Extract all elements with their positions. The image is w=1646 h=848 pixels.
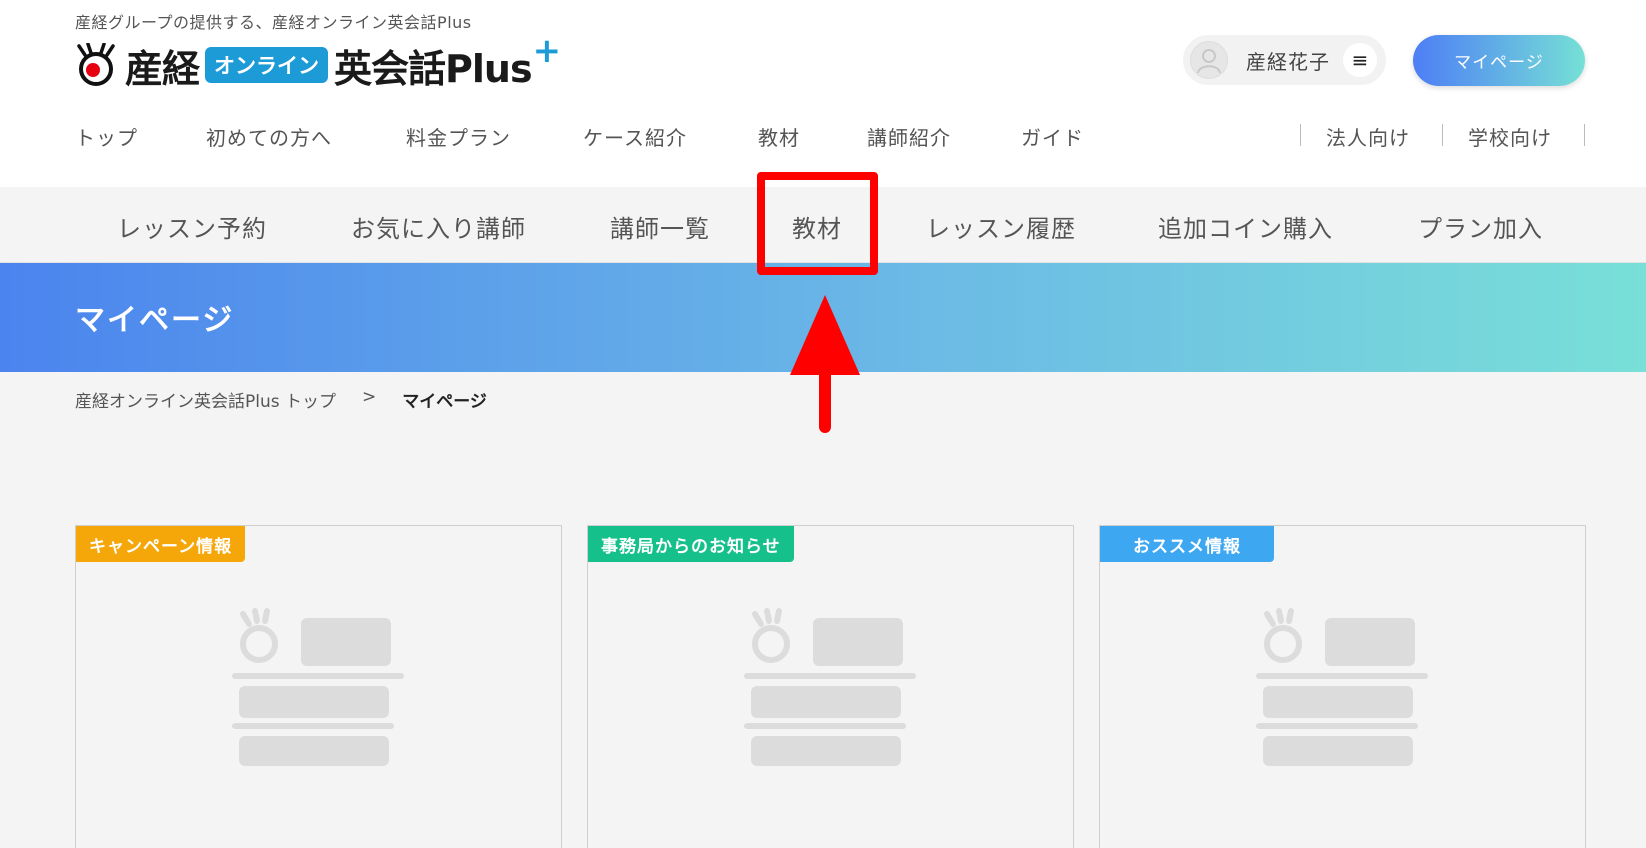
- notice-badge: 事務局からのお知らせ: [588, 526, 794, 562]
- nav-teachers[interactable]: 講師紹介: [867, 122, 951, 151]
- user-name: 産経花子: [1246, 49, 1330, 74]
- nav-divider: [1442, 124, 1443, 146]
- sankei-mascot-icon: [75, 42, 117, 87]
- subnav-join-plan[interactable]: プラン加入: [1418, 209, 1543, 244]
- notice-card[interactable]: 事務局からのお知らせ: [587, 525, 1074, 848]
- placeholder-logo-icon: [744, 608, 916, 766]
- nav-materials[interactable]: 教材: [758, 122, 800, 151]
- campaign-badge: キャンペーン情報: [76, 526, 246, 562]
- annotation-arrow-up-icon: [790, 295, 860, 433]
- logo-eikaiwa-text: 英会話Plus: [334, 46, 533, 91]
- recommend-card[interactable]: おススメ情報: [1099, 525, 1586, 848]
- nav-top[interactable]: トップ: [75, 122, 138, 151]
- breadcrumb-home[interactable]: 産経オンライン英会話Plus トップ: [75, 387, 336, 412]
- subnav-favorite-teachers[interactable]: お気に入り講師: [351, 209, 526, 244]
- nav-schools[interactable]: 学校向け: [1468, 122, 1552, 151]
- breadcrumb-current: マイページ: [402, 392, 487, 412]
- logo-online-text: オンライン: [205, 47, 329, 83]
- logo-sankei-text: 産経: [125, 46, 200, 91]
- page-title: マイページ: [75, 303, 235, 338]
- nav-divider: [1584, 124, 1585, 146]
- user-menu[interactable]: 産経花子 ≡: [1183, 35, 1386, 85]
- subnav-lesson-history[interactable]: レッスン履歴: [926, 209, 1076, 244]
- avatar-icon: [1190, 41, 1228, 79]
- nav-divider: [1300, 124, 1301, 146]
- nav-corporate[interactable]: 法人向け: [1326, 122, 1410, 151]
- mypage-button[interactable]: マイページ: [1413, 35, 1585, 86]
- nav-pricing[interactable]: 料金プラン: [406, 122, 511, 151]
- nav-guide[interactable]: ガイド: [1021, 122, 1084, 151]
- campaign-card[interactable]: キャンペーン情報: [75, 525, 562, 848]
- site-header: 産経グループの提供する、産経オンライン英会話Plus 産経 オンライン 英会話P…: [0, 0, 1646, 187]
- subnav-teacher-list[interactable]: 講師一覧: [610, 209, 710, 244]
- subnav-lesson-booking[interactable]: レッスン予約: [117, 209, 267, 244]
- recommend-badge: おススメ情報: [1100, 526, 1274, 562]
- site-tagline: 産経グループの提供する、産経オンライン英会話Plus: [75, 13, 472, 32]
- subnav-buy-coins[interactable]: 追加コイン購入: [1158, 209, 1333, 244]
- nav-cases[interactable]: ケース紹介: [583, 122, 687, 151]
- placeholder-logo-icon: [232, 608, 404, 766]
- logo-plus-mark: +: [532, 31, 562, 71]
- annotation-highlight-box: [757, 172, 878, 275]
- breadcrumb: 産経オンライン英会話Plus トップ > マイページ: [75, 387, 487, 412]
- nav-first-time[interactable]: 初めての方へ: [206, 122, 332, 151]
- hamburger-menu-icon[interactable]: ≡: [1343, 43, 1377, 77]
- breadcrumb-separator: >: [362, 387, 377, 407]
- placeholder-logo-icon: [1256, 608, 1428, 766]
- site-logo[interactable]: 産経 オンライン 英会話Plus +: [75, 31, 561, 91]
